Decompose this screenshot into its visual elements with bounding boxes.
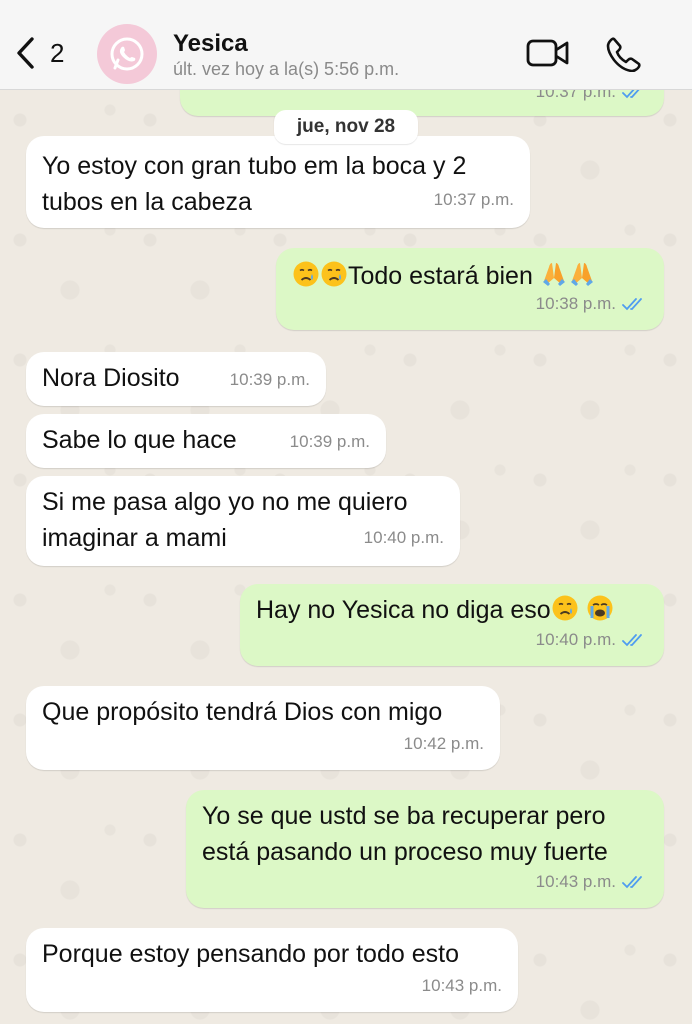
- message-text: Porque estoy pensando por todo esto: [42, 940, 459, 968]
- video-call-icon: [526, 39, 569, 67]
- message-text: tubos en la cabeza: [42, 188, 252, 216]
- message-bubble-incoming[interactable]: Si me pasa algo yo no me quiero imaginar…: [26, 476, 460, 566]
- read-receipt-icon: [622, 297, 648, 311]
- loudly-crying-face-emoji: [586, 594, 614, 622]
- folded-hands-emoji: [540, 260, 568, 288]
- message-time: 10:39 p.m.: [229, 370, 310, 389]
- phone-icon: [606, 37, 641, 73]
- last-seen-status: últ. vez hoy a la(s) 5:56 p.m.: [173, 59, 400, 79]
- message-bubble-outgoing[interactable]: 10:37 p.m.: [180, 90, 664, 116]
- message-bubble-outgoing[interactable]: Yo se que ustd se ba recuperar pero está…: [186, 790, 664, 908]
- message-bubble-incoming[interactable]: Yo estoy con gran tubo em la boca y 2 tu…: [26, 136, 530, 228]
- message-text: imaginar a mami: [42, 524, 227, 552]
- whatsapp-avatar-icon: [110, 37, 144, 71]
- message-text: Que propósito tendrá Dios con migo: [42, 698, 443, 726]
- message-bubble-outgoing[interactable]: Todo estará bien 10:38 p.m.: [276, 248, 664, 330]
- message-text: Si me pasa algo yo no me quiero: [42, 488, 408, 516]
- back-button[interactable]: 2: [14, 30, 84, 76]
- message-text: Todo estará bien: [348, 262, 533, 290]
- message-time: 10:43 p.m.: [421, 976, 502, 995]
- message-time: 10:39 p.m.: [289, 432, 370, 451]
- chevron-left-icon: [17, 37, 34, 69]
- message-list[interactable]: 10:37 p.m. jue, nov 28 Yo estoy con gran…: [0, 90, 692, 1024]
- crying-face-emoji: [551, 594, 579, 622]
- avatar[interactable]: [97, 24, 157, 84]
- message-text: Hay no Yesica no diga eso: [256, 596, 551, 624]
- message-time: 10:38 p.m.: [536, 286, 648, 322]
- message-time: 10:37 p.m.: [536, 90, 648, 110]
- message-text: Yo se que ustd se ba recuperar pero: [202, 802, 606, 830]
- message-bubble-incoming[interactable]: Que propósito tendrá Dios con migo 10:42…: [26, 686, 500, 770]
- folded-hands-emoji: [568, 260, 596, 288]
- message-time: 10:43 p.m.: [536, 864, 648, 900]
- video-call-button[interactable]: [526, 38, 570, 68]
- message-bubble-incoming[interactable]: Nora Diosito 10:39 p.m.: [26, 352, 326, 406]
- message-time: 10:37 p.m.: [433, 190, 514, 209]
- contact-name[interactable]: Yesica: [173, 30, 248, 58]
- message-bubble-outgoing[interactable]: Hay no Yesica no diga eso 10:40 p.m.: [240, 584, 664, 666]
- message-bubble-incoming[interactable]: Sabe lo que hace 10:39 p.m.: [26, 414, 386, 468]
- read-receipt-icon: [622, 633, 648, 647]
- message-bubble-incoming[interactable]: Porque estoy pensando por todo esto 10:4…: [26, 928, 518, 1012]
- chat-header: 2 Yesica últ. vez hoy a la(s) 5:56 p.m.: [0, 0, 692, 90]
- voice-call-button[interactable]: [606, 36, 642, 73]
- crying-face-emoji: [292, 260, 320, 288]
- message-time: 10:40 p.m.: [363, 528, 444, 547]
- unread-count: 2: [50, 37, 65, 68]
- message-text: Nora Diosito: [42, 364, 180, 392]
- read-receipt-icon: [622, 90, 648, 99]
- date-separator: jue, nov 28: [274, 110, 418, 144]
- message-time: 10:42 p.m.: [403, 734, 484, 753]
- read-receipt-icon: [622, 875, 648, 889]
- message-time: 10:40 p.m.: [536, 622, 648, 658]
- message-text: Yo estoy con gran tubo em la boca y 2: [42, 152, 467, 180]
- crying-face-emoji: [320, 260, 348, 288]
- message-text: Sabe lo que hace: [42, 426, 237, 454]
